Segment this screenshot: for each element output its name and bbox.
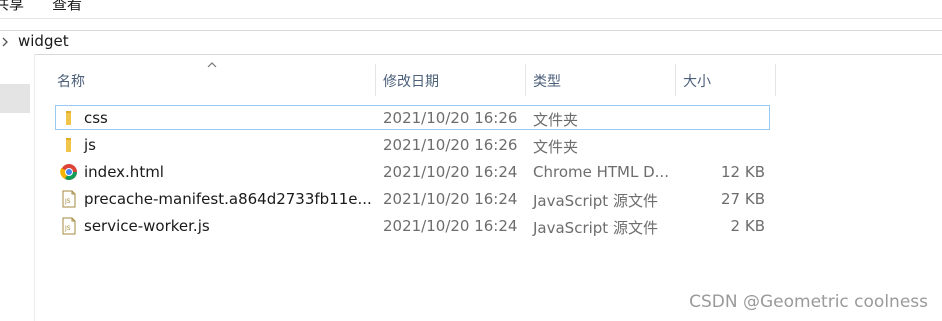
column-header-name-label: 名称 [57, 74, 85, 90]
file-name: index.html [84, 163, 164, 181]
file-name: precache-manifest.a864d2733fb11e... [84, 190, 372, 208]
navigation-pane [0, 54, 35, 321]
column-header-type[interactable]: 类型 [533, 64, 675, 96]
js-file-icon: JS [62, 190, 76, 208]
svg-text:JS: JS [64, 198, 71, 205]
file-row[interactable]: index.html 2021/10/20 16:24 Chrome HTML … [55, 159, 770, 184]
watermark-text: CSDN @Geometric coolness [689, 292, 928, 312]
column-divider[interactable] [375, 64, 376, 96]
column-header-date[interactable]: 修改日期 [383, 64, 525, 96]
file-row[interactable]: js 2021/10/20 16:26 文件夹 [55, 132, 770, 157]
file-row[interactable]: JS service-worker.js 2021/10/20 16:24 Ja… [55, 213, 770, 238]
js-file-icon: JS [62, 217, 76, 235]
file-size: 12 KB [721, 163, 765, 181]
column-header-type-label: 类型 [533, 74, 561, 90]
column-header-date-label: 修改日期 [383, 74, 439, 90]
svg-text:JS: JS [64, 225, 71, 232]
file-type: JavaScript 源文件 [533, 192, 658, 210]
column-divider[interactable] [775, 64, 776, 96]
address-path[interactable]: widget [18, 32, 69, 50]
file-date: 2021/10/20 16:24 [383, 217, 518, 235]
column-divider[interactable] [675, 64, 676, 96]
address-bar[interactable]: widget [0, 30, 942, 55]
folder-icon [66, 111, 71, 125]
file-type: 文件夹 [533, 138, 579, 156]
column-header-size-label: 大小 [683, 74, 711, 90]
file-name: js [84, 136, 96, 154]
chevron-right-icon[interactable] [0, 33, 12, 51]
file-name: service-worker.js [84, 217, 210, 235]
file-type: 文件夹 [533, 111, 579, 129]
file-size: 2 KB [730, 217, 765, 235]
file-date: 2021/10/20 16:24 [383, 190, 518, 208]
file-name: css [84, 109, 108, 127]
ribbon-tab-share[interactable]: 共享 [0, 0, 24, 14]
file-date: 2021/10/20 16:24 [383, 163, 518, 181]
file-type: Chrome HTML D... [533, 163, 669, 181]
file-date: 2021/10/20 16:26 [383, 109, 518, 127]
chrome-html-icon [60, 164, 77, 180]
nav-selected-item[interactable] [0, 84, 30, 113]
folder-icon [66, 138, 71, 152]
file-date: 2021/10/20 16:26 [383, 136, 518, 154]
file-type: JavaScript 源文件 [533, 219, 658, 237]
file-size: 27 KB [721, 190, 765, 208]
column-header-name[interactable]: 名称 [57, 64, 375, 96]
column-header-size[interactable]: 大小 [683, 64, 775, 96]
column-divider[interactable] [525, 64, 526, 96]
ribbon-tab-view[interactable]: 查看 [52, 0, 82, 14]
ribbon-tabs: 共享 查看 [0, 0, 942, 19]
file-row[interactable]: css 2021/10/20 16:26 文件夹 [55, 105, 770, 130]
file-row[interactable]: JS precache-manifest.a864d2733fb11e... 2… [55, 186, 770, 211]
